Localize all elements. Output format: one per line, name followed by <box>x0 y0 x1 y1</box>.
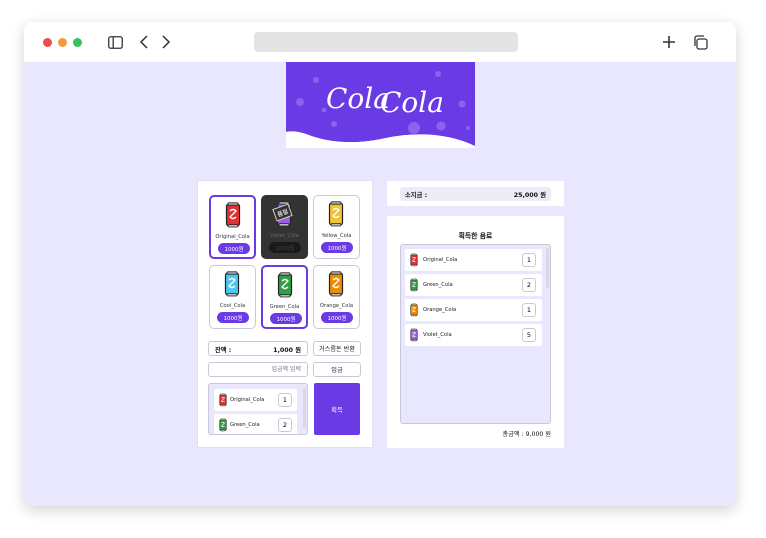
cola-can-icon <box>224 271 240 297</box>
wallet-panel: 소지금 : 25,000 원 <box>387 181 564 206</box>
vending-item-cool-cola[interactable]: Cool_Cola 1000원 <box>209 265 256 329</box>
acquired-item-name: Original_Cola <box>423 257 458 263</box>
item-price: 1000원 <box>218 243 250 254</box>
address-bar[interactable] <box>254 32 518 52</box>
acquired-item-name: Orange_Cola <box>423 307 457 313</box>
vending-item-violet-cola[interactable]: 품절 Violet_Cola 1000원 <box>261 195 308 259</box>
acquired-item-name: Green_Cola <box>423 282 453 288</box>
cola-can-icon <box>410 327 418 343</box>
acquired-item-qty: 1 <box>522 303 536 317</box>
cart-item-qty: 1 <box>278 393 292 407</box>
cart-item-name: Original_Cola <box>230 397 265 403</box>
vending-item-original-cola[interactable]: Original_Cola 1000원 <box>209 195 256 259</box>
back-icon[interactable] <box>135 33 153 51</box>
item-price: 1000원 <box>269 242 301 253</box>
acquired-item-qty: 1 <box>522 253 536 267</box>
sidebar-icon[interactable] <box>106 33 124 51</box>
wallet-box: 소지금 : 25,000 원 <box>400 187 551 201</box>
minimize-window-button[interactable] <box>58 38 67 47</box>
acquired-row: Violet_Cola 5 <box>405 324 542 346</box>
page-content: Cola Cola Original_Cola 1000원 품절 Violet_Col… <box>24 62 736 506</box>
acquired-item-qty: 2 <box>522 278 536 292</box>
acquired-item-name: Violet_Cola <box>423 332 452 338</box>
cola-can-icon <box>410 252 418 268</box>
balance-value: 1,000 원 <box>273 347 301 354</box>
new-tab-icon[interactable] <box>660 33 678 51</box>
vending-item-green-cola[interactable]: Green_Cola 1000원 <box>261 265 308 329</box>
item-name: Original_Cola <box>215 234 250 240</box>
acquired-row: Green_Cola 2 <box>405 274 542 296</box>
item-name: Green_Cola <box>269 304 300 310</box>
cola-can-icon <box>219 417 227 433</box>
item-name: Cool_Cola <box>219 303 246 309</box>
acquired-panel: 획득한 음료 Original_Cola 1 Green_Cola 2 Orange_C… <box>387 216 564 448</box>
return-change-button[interactable]: 거스름돈 반환 <box>313 341 361 356</box>
cart-list: Original_Cola 1 Green_Cola 2 <box>208 383 308 435</box>
logo-text-2: Cola <box>380 86 444 119</box>
acquired-title: 획득한 음료 <box>458 232 493 240</box>
deposit-input[interactable] <box>208 362 308 377</box>
cart-scrollbar[interactable] <box>303 388 306 428</box>
forward-icon[interactable] <box>157 33 175 51</box>
cola-can-icon <box>225 202 241 228</box>
acquired-scrollbar[interactable] <box>546 248 549 288</box>
item-price: 1000원 <box>321 242 353 253</box>
cola-can-icon <box>410 277 418 293</box>
vending-machine-panel: Original_Cola 1000원 품절 Violet_Cola 1000원 Yell… <box>197 180 373 448</box>
tabs-overview-icon[interactable] <box>691 33 709 51</box>
item-price: 1000원 <box>270 313 302 324</box>
vending-item-yellow-cola[interactable]: Yellow_Cola 1000원 <box>313 195 360 259</box>
cola-logo: Cola Cola <box>286 62 475 148</box>
close-window-button[interactable] <box>43 38 52 47</box>
balance-box: 잔액 : 1,000 원 <box>208 341 308 356</box>
cola-can-icon <box>328 271 344 297</box>
item-name: Violet_Cola <box>270 233 299 239</box>
cart-row[interactable]: Original_Cola 1 <box>214 389 297 411</box>
acquired-list: Original_Cola 1 Green_Cola 2 Orange_Cola 1 Vio… <box>400 244 551 424</box>
deposit-button[interactable]: 입금 <box>313 362 361 377</box>
acquired-item-qty: 5 <box>522 328 536 342</box>
cart-row[interactable]: Green_Cola 2 <box>214 414 297 434</box>
item-price: 1000원 <box>217 312 249 323</box>
balance-label: 잔액 : <box>215 347 232 354</box>
item-price: 1000원 <box>321 312 353 323</box>
cart-item-qty: 2 <box>278 418 292 432</box>
cola-can-icon <box>277 272 293 298</box>
browser-toolbar <box>24 22 736 62</box>
maximize-window-button[interactable] <box>73 38 82 47</box>
vending-item-orange-cola[interactable]: Orange_Cola 1000원 <box>313 265 360 329</box>
cola-can-icon <box>410 302 418 318</box>
browser-window: Cola Cola Original_Cola 1000원 품절 Violet_Col… <box>24 22 736 506</box>
item-name: Yellow_Cola <box>321 233 352 239</box>
cart-item-name: Green_Cola <box>230 422 260 428</box>
cola-can-icon <box>328 201 344 227</box>
get-button[interactable]: 획득 <box>314 383 360 435</box>
wallet-label: 소지금 : <box>405 192 428 199</box>
item-name: Orange_Cola <box>319 303 354 309</box>
wallet-value: 25,000 원 <box>513 192 546 199</box>
acquired-row: Orange_Cola 1 <box>405 299 542 321</box>
acquired-row: Original_Cola 1 <box>405 249 542 271</box>
cola-can-icon <box>219 392 227 408</box>
total-amount: 총금액 : 9,000 원 <box>502 431 551 438</box>
